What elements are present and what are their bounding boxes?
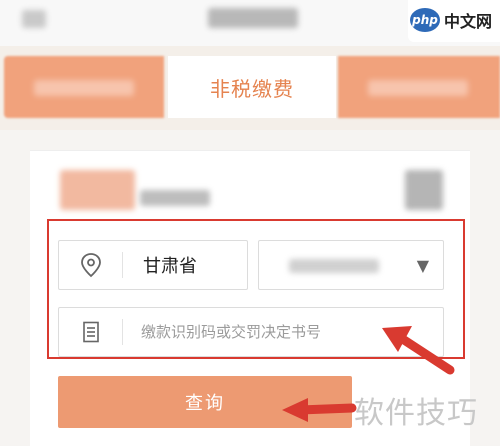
blurred-page-title xyxy=(208,8,298,28)
blurred-card-title xyxy=(60,170,135,210)
blurred-tab-label xyxy=(34,80,134,96)
blurred-back-icon xyxy=(22,10,46,28)
watermark-label: 中文网 xyxy=(444,12,493,31)
tab-right-blurred[interactable] xyxy=(338,56,500,118)
tab-bar: 非税缴费 xyxy=(0,46,500,130)
blurred-card-subtitle xyxy=(140,190,210,206)
bottom-watermark: 软件技巧 xyxy=(354,396,478,431)
tab-left-blurred[interactable] xyxy=(4,56,164,118)
blurred-card-icon xyxy=(405,170,443,210)
tab-non-tax-payment[interactable]: 非税缴费 xyxy=(168,56,336,118)
php-logo-icon: php xyxy=(410,8,440,32)
arrow-to-query-button-icon xyxy=(282,398,357,422)
arrow-to-id-field-icon xyxy=(382,326,455,375)
blurred-tab-label xyxy=(368,80,468,96)
